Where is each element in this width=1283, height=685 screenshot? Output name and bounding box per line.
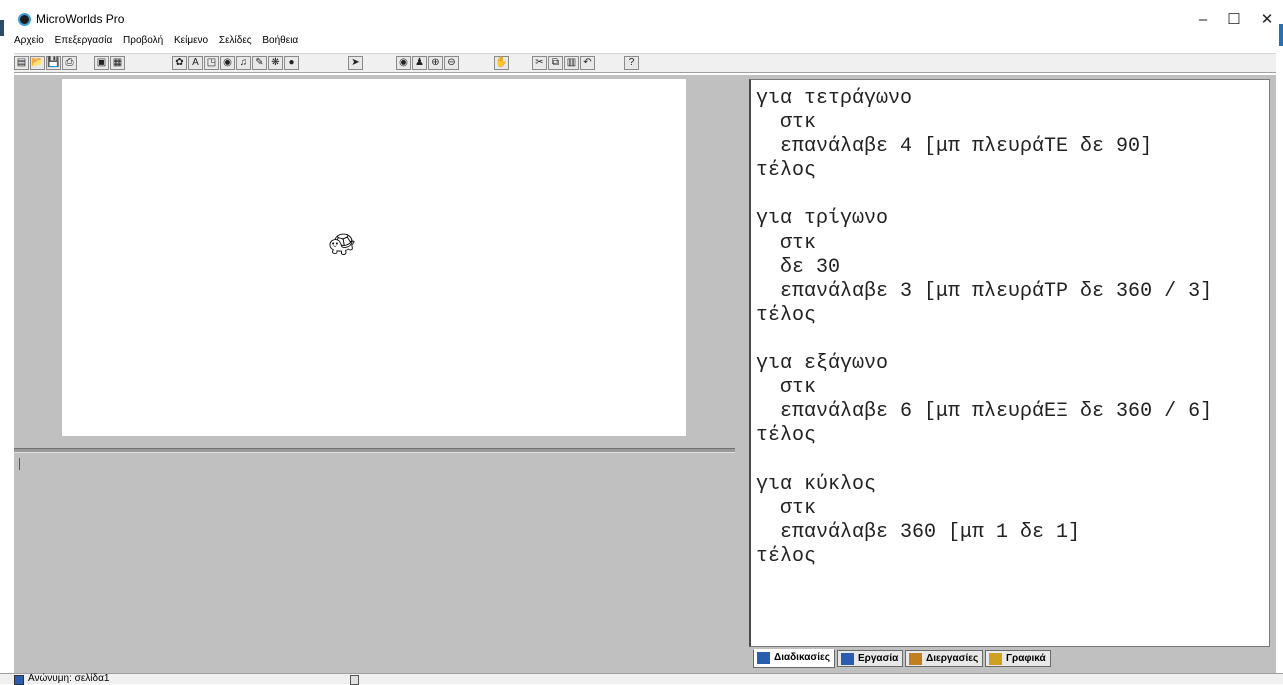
menu-bar: Αρχείο Επεξεργασία Προβολή Κείμενο Σελίδ… <box>14 35 1274 51</box>
app-logo-icon <box>18 13 31 26</box>
window-title: MicroWorlds Pro <box>36 12 125 26</box>
window-edge-left <box>0 20 4 36</box>
window-edge-right <box>1279 24 1283 46</box>
cut-icon[interactable]: ✂ <box>532 56 547 70</box>
tab-label: Γραφικά <box>1006 653 1046 664</box>
eye-tool-icon[interactable]: ◉ <box>396 56 411 70</box>
procedure-line: τέλος <box>756 424 817 448</box>
title-bar: MicroWorlds Pro – ☐ ✕ <box>0 0 1283 35</box>
copy-icon[interactable]: ⧉ <box>548 56 563 70</box>
open-icon[interactable]: 📂 <box>30 56 45 70</box>
menu-pages[interactable]: Σελίδες <box>219 35 252 46</box>
procedure-line <box>756 328 1269 352</box>
procedure-line: δε 30 <box>756 255 841 279</box>
new-turtle-icon[interactable]: ✿ <box>172 56 187 70</box>
new-page-icon[interactable]: ▤ <box>14 56 29 70</box>
menu-text[interactable]: Κείμενο <box>174 35 208 46</box>
tab-bar: Διαδικασίες Εργασία Διεργασίες Γραφικά <box>749 649 1270 669</box>
menu-view[interactable]: Προβολή <box>123 35 163 46</box>
menu-file[interactable]: Αρχείο <box>14 35 44 46</box>
procedure-line: επανάλαβε 360 [μπ 1 δε 1] <box>756 520 1081 544</box>
toolbar: ▤ 📂 💾 ⎙ ▣ ▦ ✿ A ◳ ◉ ♫ ✎ ❋ ● ➤ ◉ ♟ ⊕ ⊖ ✋ ✂ ⧉ ▥ ↶? <box>14 53 1276 73</box>
procedure-line: επανάλαβε 4 [μπ πλευράΤΕ δε 90] <box>756 135 1153 159</box>
procedure-line: επανάλαβε 6 [μπ πλευράΕΞ δε 360 / 6] <box>756 400 1213 424</box>
tab-graphics[interactable]: Γραφικά <box>985 650 1051 667</box>
procedure-line: τέλος <box>756 303 817 327</box>
undo-icon[interactable]: ↶ <box>580 56 595 70</box>
close-button[interactable]: ✕ <box>1252 8 1282 32</box>
menu-help[interactable]: Βοήθεια <box>262 35 298 46</box>
show-page-icon[interactable]: ▣ <box>94 56 109 70</box>
procedure-line: τέλος <box>756 159 817 183</box>
show-sheet-icon[interactable]: ▦ <box>110 56 125 70</box>
procedure-line: τέλος <box>756 544 817 568</box>
procedures-editor[interactable]: για τετράγωνο στκ επανάλαβε 4 [μπ πλευρά… <box>749 79 1270 647</box>
sound-icon[interactable]: ● <box>284 56 299 70</box>
maximize-button[interactable]: ☐ <box>1219 8 1249 32</box>
tab-label: Διαδικασίες <box>774 652 830 663</box>
paint-icon[interactable]: ✎ <box>252 56 267 70</box>
processes-icon <box>909 653 922 665</box>
paste-icon[interactable]: ▥ <box>564 56 579 70</box>
help-icon[interactable]: ? <box>624 56 639 70</box>
pointer-icon[interactable]: ➤ <box>348 56 363 70</box>
procedure-line: για εξάγωνο <box>756 352 889 376</box>
procedure-line: επανάλαβε 3 [μπ πλευράΤΡ δε 360 / 3] <box>756 279 1213 303</box>
procedure-line <box>756 183 1269 207</box>
minimize-button[interactable]: – <box>1188 8 1218 32</box>
workspace-area: 🐢︎ <box>14 75 735 448</box>
graphics-icon <box>989 653 1002 665</box>
tab-processes[interactable]: Διεργασίες <box>905 650 984 667</box>
procedures-pane: για τετράγωνο στκ επανάλαβε 4 [μπ πλευρά… <box>735 75 1276 673</box>
procedures-icon <box>757 652 770 664</box>
page-canvas[interactable]: 🐢︎ <box>62 79 686 436</box>
stamp-icon[interactable]: ♟ <box>412 56 427 70</box>
procedure-line: στκ <box>756 231 817 255</box>
procedure-line: για τρίγωνο <box>756 207 889 231</box>
procedure-line <box>756 448 1269 472</box>
music-icon[interactable]: ♫ <box>236 56 251 70</box>
tab-label: Εργασία <box>858 653 899 664</box>
text-box-icon[interactable]: A <box>188 56 203 70</box>
text-cursor <box>19 458 20 470</box>
tab-label: Διεργασίες <box>926 653 979 664</box>
procedure-line: στκ <box>756 496 817 520</box>
zoom-out-icon[interactable]: ⊖ <box>444 56 459 70</box>
turtle-icon[interactable]: 🐢︎ <box>328 234 356 256</box>
zoom-in-icon[interactable]: ⊕ <box>428 56 443 70</box>
button-icon[interactable]: ◳ <box>204 56 219 70</box>
status-bar: Ανώνυμη: σελίδα1 <box>0 673 1283 685</box>
procedure-line: για τετράγωνο <box>756 87 913 110</box>
menu-edit[interactable]: Επεξεργασία <box>55 35 113 46</box>
procedure-line: για κύκλος <box>756 472 877 496</box>
command-center[interactable] <box>14 453 735 673</box>
project-icon <box>841 653 854 665</box>
eye-icon[interactable]: ◉ <box>220 56 235 70</box>
procedure-line: στκ <box>756 376 817 400</box>
print-icon[interactable]: ⎙ <box>62 56 77 70</box>
stop-icon[interactable]: ✋ <box>494 56 509 70</box>
page-name: Ανώνυμη: σελίδα1 <box>28 673 110 684</box>
save-icon[interactable]: 💾 <box>46 56 61 70</box>
tab-procedures[interactable]: Διαδικασίες <box>753 649 835 668</box>
tab-project[interactable]: Εργασία <box>837 650 904 667</box>
procedure-line: στκ <box>756 111 817 135</box>
shapes-icon[interactable]: ❋ <box>268 56 283 70</box>
